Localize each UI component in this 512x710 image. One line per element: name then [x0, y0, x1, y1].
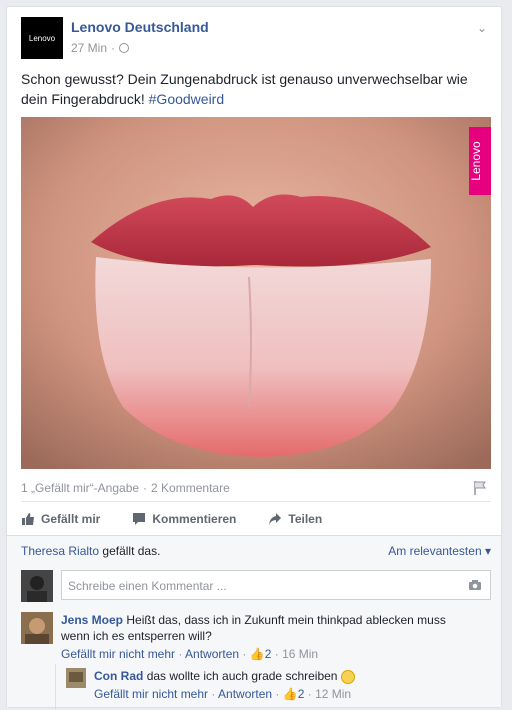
liker-name[interactable]: Theresa Rialto: [21, 544, 99, 558]
post-text: Schon gewusst? Dein Zungenabdruck ist ge…: [21, 69, 491, 109]
caret-down-icon: ▾: [484, 544, 491, 558]
comment-input[interactable]: Schreibe einen Kommentar ...: [61, 570, 491, 600]
smile-emoji-icon: [340, 669, 355, 684]
globe-icon: [119, 43, 130, 53]
post-time[interactable]: 27 Min: [71, 41, 107, 55]
page-name[interactable]: Lenovo Deutschland: [71, 19, 209, 35]
separator: ·: [143, 481, 148, 495]
thumb-icon: 👍: [249, 647, 265, 661]
post-text-main: Schon gewusst? Dein Zungenabdruck ist ge…: [21, 71, 468, 107]
comment-label: Kommentieren: [152, 512, 237, 526]
chevron-down-icon[interactable]: ⌄: [477, 21, 487, 35]
comment-icon: [133, 513, 146, 525]
post-stats: 1 „Gefällt mir“-Angabe · 2 Kommentare: [21, 477, 491, 499]
like-button[interactable]: Gefällt mir: [21, 512, 100, 526]
reply-like-count[interactable]: 2: [298, 687, 305, 701]
current-user-avatar[interactable]: [21, 570, 53, 602]
reply-text: das wollte ich auch grade schreiben: [146, 669, 338, 683]
reply-unlike-link[interactable]: Gefällt mir nicht mehr: [94, 687, 208, 701]
sort-label: Am relevantesten: [388, 544, 482, 558]
comment-placeholder: Schreibe einen Kommentar ...: [68, 579, 227, 593]
post-header: Lenovo Lenovo Deutschland 27 Min · ⌄: [21, 17, 491, 61]
comments-count[interactable]: 2 Kommentare: [151, 481, 230, 495]
divider: [21, 501, 491, 502]
hashtag-link[interactable]: #Goodweird: [149, 91, 225, 107]
reply-avatar[interactable]: [66, 668, 86, 688]
reply-reply-link[interactable]: Antworten: [218, 687, 272, 701]
comment-button[interactable]: Kommentieren: [132, 512, 236, 526]
comment-like-count[interactable]: 2: [265, 647, 272, 661]
page-avatar[interactable]: Lenovo: [21, 17, 63, 59]
reply-body: Con Rad das wollte ich auch grade schrei…: [94, 668, 484, 702]
share-button[interactable]: Teilen: [268, 512, 322, 526]
likers-line: Theresa Rialto gefällt das.: [21, 544, 160, 558]
like-label: Gefällt mir: [41, 512, 101, 526]
share-label: Teilen: [288, 512, 323, 526]
thumb-icon: 👍: [282, 687, 298, 701]
camera-icon[interactable]: [468, 579, 482, 591]
image-badge: Lenovo: [469, 141, 483, 181]
post-card: Lenovo Lenovo Deutschland 27 Min · ⌄ Sch…: [6, 6, 502, 710]
comment-avatar[interactable]: [21, 612, 53, 644]
reply-author[interactable]: Con Rad: [94, 669, 143, 683]
post-actions: Gefällt mir Kommentieren Teilen: [21, 503, 491, 535]
unlike-link[interactable]: Gefällt mir nicht mehr: [61, 647, 175, 661]
post-image[interactable]: Lenovo: [21, 117, 491, 469]
liker-suffix: gefällt das.: [102, 544, 161, 558]
separator: ·: [111, 41, 116, 55]
comment-author[interactable]: Jens Moep: [61, 613, 123, 627]
reply-link[interactable]: Antworten: [185, 647, 239, 661]
comment-body: Jens Moep Heißt das, dass ich in Zukunft…: [61, 612, 461, 662]
comments-section: Theresa Rialto gefällt das. Am relevante…: [7, 535, 501, 710]
comment-item: Jens Moep Heißt das, dass ich in Zukunft…: [21, 612, 491, 662]
flag-icon[interactable]: [473, 480, 487, 496]
comment-time[interactable]: 16 Min: [282, 647, 318, 661]
share-icon: [269, 513, 282, 525]
comment-meta: Gefällt mir nicht mehr · Antworten · 👍2 …: [61, 647, 319, 661]
reply-item: Con Rad das wollte ich auch grade schrei…: [66, 668, 486, 708]
tongue-photo: Lenovo: [21, 117, 491, 469]
post-meta: 27 Min ·: [71, 41, 130, 55]
likes-count[interactable]: 1 „Gefällt mir“-Angabe: [21, 481, 139, 495]
like-icon: [22, 513, 34, 525]
reply-meta: Gefällt mir nicht mehr · Antworten · 👍2 …: [94, 687, 352, 701]
reply-thread: Con Rad das wollte ich auch grade schrei…: [55, 664, 495, 710]
sort-dropdown[interactable]: Am relevantesten ▾: [388, 544, 491, 558]
reply-time[interactable]: 12 Min: [315, 687, 351, 701]
logo-text: Lenovo: [28, 33, 56, 43]
